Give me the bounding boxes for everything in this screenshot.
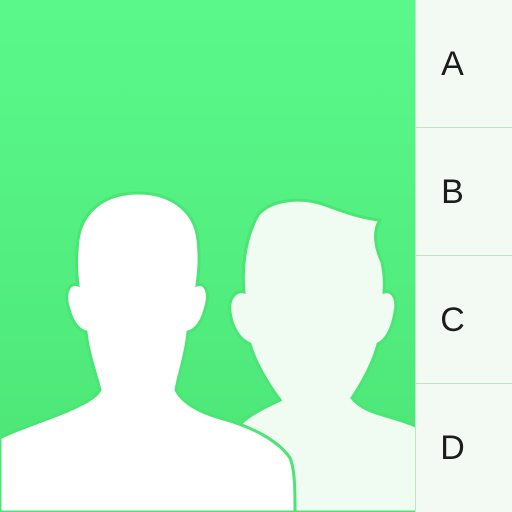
alphabet-index: A B C D	[415, 0, 512, 512]
index-letter: C	[440, 300, 465, 339]
index-tab-c[interactable]: C	[416, 256, 512, 384]
avatar-panel	[0, 0, 415, 512]
contacts-people-icon	[0, 191, 415, 512]
index-letter: B	[441, 172, 464, 211]
index-letter: D	[440, 429, 465, 467]
contacts-app-icon[interactable]: A B C D	[0, 0, 512, 512]
index-tab-b[interactable]: B	[416, 128, 512, 256]
index-tab-a[interactable]: A	[416, 0, 512, 128]
index-tab-d[interactable]: D	[416, 384, 512, 512]
index-letter: A	[441, 44, 464, 83]
